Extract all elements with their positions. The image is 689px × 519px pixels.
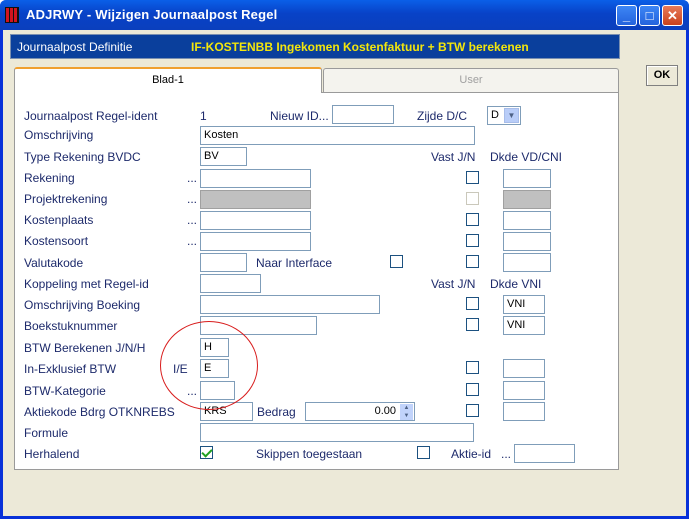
valutakode-label: Valutakode — [24, 256, 84, 270]
btw-kategorie-label: BTW-Kategorie — [24, 384, 106, 398]
bedrag-input[interactable]: 0.00 ▲ ▼ — [305, 402, 415, 421]
projektrekening-label: Projektrekening — [24, 192, 108, 206]
aktiekode-vast-checkbox[interactable] — [466, 404, 479, 417]
zijde-value: D — [491, 109, 499, 121]
kostenplaats-dkde-input[interactable] — [503, 211, 551, 230]
formule-label: Formule — [24, 426, 69, 440]
rekening-dkde-input[interactable] — [503, 169, 551, 188]
kostensoort-dkde-input[interactable] — [503, 232, 551, 251]
rekening-vast-checkbox[interactable] — [466, 171, 479, 184]
bedrag-value: 0.00 — [374, 405, 396, 417]
aktie-id-label: Aktie-id — [451, 447, 492, 461]
boekstuknummer-vast-checkbox[interactable] — [466, 318, 479, 331]
omschrijving-input[interactable]: Kosten — [200, 126, 475, 145]
app-icon — [5, 7, 19, 23]
boekstuknummer-label: Boekstuknummer — [24, 319, 118, 333]
aktie-id-input[interactable] — [514, 444, 575, 463]
kostenplaats-label: Kostenplaats — [24, 213, 94, 227]
tab-user[interactable]: User — [323, 68, 619, 92]
valutakode-vast-checkbox[interactable] — [466, 255, 479, 268]
kostensoort-label: Kostensoort — [24, 234, 89, 248]
rekening-label: Rekening — [24, 171, 75, 185]
regel-ident-value: 1 — [200, 109, 207, 123]
naar-interface-label: Naar Interface — [256, 256, 333, 270]
aktiekode-dkde-input[interactable] — [503, 402, 545, 421]
boekstuknummer-dkde-input[interactable]: VNI — [503, 316, 545, 335]
main-window: ADJRWY - Wijzigen Journaalpost Regel _ □… — [0, 0, 689, 519]
type-rekening-label: Type Rekening BVDC — [24, 150, 141, 164]
header-label: Journaalpost Definitie — [17, 40, 133, 54]
omschrijving-boeking-input[interactable] — [200, 295, 380, 314]
window-title: ADJRWY - Wijzigen Journaalpost Regel — [26, 7, 278, 22]
zijde-label: Zijde D/C — [417, 109, 468, 123]
header-bar: Journaalpost Definitie IF-KOSTENBB Ingek… — [10, 34, 620, 59]
spin-up-icon[interactable]: ▲ — [400, 404, 413, 412]
formule-input[interactable] — [200, 423, 474, 442]
btw-kategorie-vast-checkbox[interactable] — [466, 383, 479, 396]
koppeling-label: Koppeling met Regel-id — [24, 277, 149, 291]
herhalend-label: Herhalend — [24, 447, 80, 461]
omschrijving-boeking-label: Omschrijving Boeking — [24, 298, 141, 312]
maximize-button[interactable]: □ — [639, 5, 660, 26]
highlight-circle — [160, 321, 258, 410]
minimize-button[interactable]: _ — [616, 5, 637, 26]
koppeling-input[interactable] — [200, 274, 261, 293]
rekening-input[interactable] — [200, 169, 311, 188]
valutakode-dkde-input[interactable] — [503, 253, 551, 272]
btw-berekenen-label: BTW Berekenen J/N/H — [24, 341, 146, 355]
skippen-checkbox[interactable] — [417, 446, 430, 459]
vast-jn-header: Vast J/N — [431, 150, 476, 164]
kostenplaats-input[interactable] — [200, 211, 311, 230]
btw-kategorie-dkde-input[interactable] — [503, 381, 545, 400]
projektrekening-lookup[interactable]: ... — [187, 192, 197, 206]
omschrijving-boeking-dkde-input[interactable]: VNI — [503, 295, 545, 314]
kostensoort-vast-checkbox[interactable] — [466, 234, 479, 247]
nieuw-id-input[interactable] — [332, 105, 394, 124]
omschrijving-boeking-vast-checkbox[interactable] — [466, 297, 479, 310]
herhalend-checkbox[interactable] — [200, 446, 213, 459]
omschrijving-label: Omschrijving — [24, 128, 94, 142]
spin-down-icon[interactable]: ▼ — [400, 412, 413, 420]
kostenplaats-lookup[interactable]: ... — [187, 213, 197, 227]
skippen-label: Skippen toegestaan — [256, 447, 363, 461]
header-value: IF-KOSTENBB Ingekomen Kostenfaktuur + BT… — [191, 40, 529, 54]
dkde-vni-header: Dkde VNI — [490, 277, 542, 291]
ok-button[interactable]: OK — [646, 65, 678, 86]
title-bar[interactable]: ADJRWY - Wijzigen Journaalpost Regel _ □… — [0, 0, 689, 30]
valutakode-input[interactable] — [200, 253, 247, 272]
type-rekening-input[interactable]: BV — [200, 147, 247, 166]
nieuw-id-label[interactable]: Nieuw ID... — [270, 109, 329, 123]
bedrag-label: Bedrag — [257, 405, 296, 419]
chevron-down-icon[interactable]: ▼ — [504, 108, 519, 123]
regel-ident-label: Journaalpost Regel-ident — [24, 109, 158, 123]
aktiekode-label: Aktiekode Bdrg OTKNREBS — [24, 405, 175, 419]
in-exklusief-label: In-Exklusief BTW — [24, 362, 117, 376]
tab-blad-1[interactable]: Blad-1 — [14, 67, 322, 93]
projektrekening-vast-checkbox — [466, 192, 479, 205]
kostensoort-input[interactable] — [200, 232, 311, 251]
kostensoort-lookup[interactable]: ... — [187, 234, 197, 248]
projektrekening-input — [200, 190, 311, 209]
naar-interface-checkbox[interactable] — [390, 255, 403, 268]
close-button[interactable]: ✕ — [662, 5, 683, 26]
aktie-id-lookup[interactable]: ... — [501, 447, 511, 461]
kostenplaats-vast-checkbox[interactable] — [466, 213, 479, 226]
in-exklusief-dkde-input[interactable] — [503, 359, 545, 378]
dkde-vd-cni-header: Dkde VD/CNI — [490, 150, 563, 164]
zijde-select[interactable]: D ▼ — [487, 106, 521, 125]
rekening-lookup[interactable]: ... — [187, 171, 197, 185]
vast-jn-header-2: Vast J/N — [431, 277, 476, 291]
projektrekening-dkde-input — [503, 190, 551, 209]
in-exklusief-vast-checkbox[interactable] — [466, 361, 479, 374]
